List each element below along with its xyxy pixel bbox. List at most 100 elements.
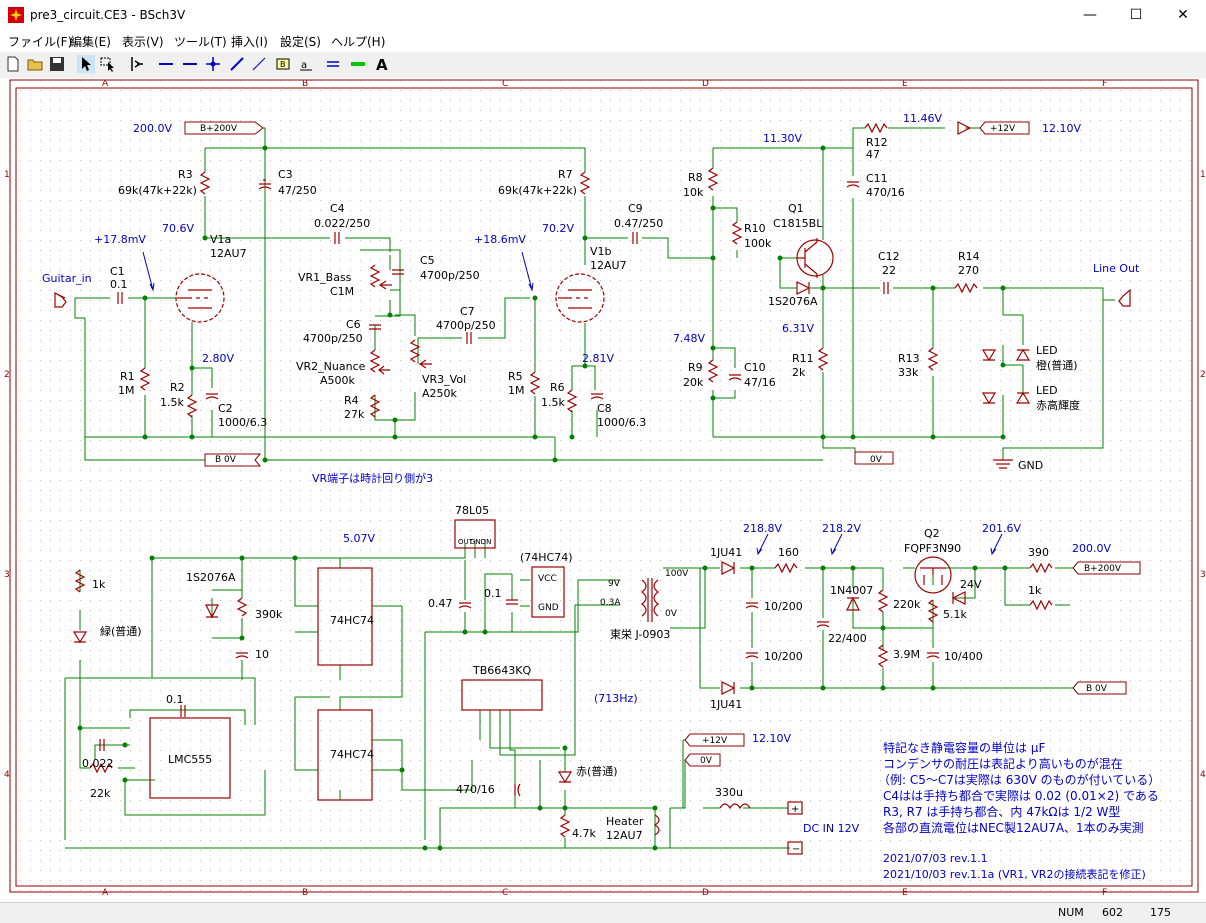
- label-q2: Q2: [924, 527, 940, 540]
- label-line-out: Line Out: [1093, 262, 1140, 275]
- label-c10400: 10/400: [944, 650, 983, 663]
- value-r13: 33k: [898, 366, 919, 379]
- tag-b200v-b: B+200V: [1084, 564, 1122, 574]
- voltage-1146v: 11.46V: [903, 112, 942, 125]
- value-led1: 橙(普通): [1036, 358, 1078, 372]
- junction-icon[interactable]: [204, 55, 222, 73]
- menu-insert[interactable]: 挿入(I): [231, 33, 268, 50]
- label-r1k-b: 1k: [1028, 584, 1042, 597]
- entry-icon[interactable]: [324, 55, 342, 73]
- tag-b0v: B 0V: [215, 455, 237, 465]
- label-03a: 0.3A: [600, 598, 621, 608]
- label-r9: R9: [688, 361, 703, 374]
- label-d1s2076a-b: 1S2076A: [186, 571, 236, 584]
- label-r10: R10: [744, 222, 766, 235]
- label-lmc555: LMC555: [168, 753, 212, 766]
- col-label: F: [1102, 79, 1107, 89]
- save-icon[interactable]: [48, 55, 66, 73]
- window-title: pre3_circuit.CE3 - BSch3V: [30, 8, 186, 22]
- value-r1: 1M: [118, 384, 135, 397]
- value-v1a: 12AU7: [210, 247, 247, 260]
- label-c10200-b: 10/200: [764, 650, 803, 663]
- label-100v: 100V: [665, 569, 689, 579]
- label-guitar-in: Guitar_in: [42, 272, 92, 285]
- component-icon[interactable]: [128, 55, 146, 73]
- revision-2: 2021/10/03 rev.1.1a (VR1, VR2の接続表記を修正): [883, 867, 1146, 881]
- label-c22400: 22/400: [828, 632, 867, 645]
- menu-settings[interactable]: 設定(S): [280, 33, 321, 50]
- menu-file[interactable]: ファイル(F): [8, 33, 72, 50]
- label-r11: R11: [792, 352, 814, 365]
- label-c5: C5: [420, 254, 435, 267]
- value-c4: 0.022/250: [314, 217, 370, 230]
- label-r1k: 1k: [92, 578, 106, 591]
- label-r14: R14: [958, 250, 980, 263]
- label-r47k: 4.7k: [572, 827, 596, 840]
- tag-b200v: B+200V: [200, 124, 238, 134]
- voltage-2188v: 218.8V: [743, 522, 782, 535]
- label-c01b: 0.1: [166, 693, 184, 706]
- label-q1: Q1: [788, 202, 804, 215]
- toolbar: B a A: [0, 52, 1206, 79]
- status-bar: NUM 602 175: [0, 902, 1206, 923]
- value-r9: 20k: [683, 376, 704, 389]
- new-file-icon[interactable]: [4, 55, 22, 73]
- label-v1b: V1b: [590, 245, 612, 258]
- bus-entry-icon[interactable]: [228, 55, 246, 73]
- value-q1: C1815BL: [773, 217, 823, 230]
- voltage-186mv: +18.6mV: [474, 233, 526, 246]
- schematic-canvas[interactable]: A B C D E F A B C D E F 1 2 3 4 1 2 3 4: [0, 78, 1206, 902]
- value-c8: 1000/6.3: [597, 416, 646, 429]
- menu-help[interactable]: ヘルプ(H): [331, 33, 385, 50]
- row-label: 3: [1200, 570, 1206, 580]
- minimize-button[interactable]: —: [1067, 0, 1113, 30]
- label-c022: 0.022: [82, 757, 114, 770]
- wire-icon[interactable]: [157, 55, 175, 73]
- tag-plus12v: +12V: [990, 124, 1016, 134]
- label-led-red: 赤(普通): [576, 764, 618, 778]
- maximize-button[interactable]: ☐: [1113, 0, 1159, 30]
- bus-line-icon[interactable]: [181, 55, 199, 73]
- value-c6: 4700p/250: [303, 332, 363, 345]
- label-dc-in: DC IN 12V: [803, 822, 860, 835]
- text-icon[interactable]: A: [373, 55, 391, 73]
- label-c10: 10: [255, 648, 269, 661]
- open-folder-icon[interactable]: [26, 55, 44, 73]
- row-label: 4: [4, 770, 10, 780]
- app-icon: [8, 7, 24, 23]
- voltage-2182v: 218.2V: [822, 522, 861, 535]
- menu-edit[interactable]: 編集(E): [70, 33, 111, 50]
- col-label: D: [702, 79, 709, 89]
- voltage-507v: 5.07V: [343, 532, 375, 545]
- label-icon[interactable]: a: [297, 55, 315, 73]
- value-c11: 470/16: [866, 186, 905, 199]
- label-74hc74-1: 74HC74: [330, 614, 374, 627]
- bus-icon[interactable]: [349, 55, 367, 73]
- value-r11: 2k: [792, 366, 806, 379]
- note-line-1: 特記なき静電容量の単位は μF: [883, 740, 1045, 755]
- tag-icon[interactable]: B: [274, 55, 292, 73]
- voltage-702v: 70.2V: [542, 222, 574, 235]
- label-c9: C9: [628, 202, 643, 215]
- status-num: NUM: [1058, 906, 1084, 919]
- value-v1b: 12AU7: [590, 259, 627, 272]
- value-c1: 0.1: [110, 278, 128, 291]
- voltage-2016v: 201.6V: [982, 522, 1021, 535]
- label-led-green: 緑(普通): [100, 624, 142, 638]
- value-c7: 4700p/250: [436, 319, 496, 332]
- menu-view[interactable]: 表示(V): [122, 33, 164, 50]
- label-c01: 0.1: [484, 587, 502, 600]
- label-heater: Heater: [606, 815, 644, 828]
- row-label: 2: [4, 370, 10, 380]
- line-icon[interactable]: [250, 55, 268, 73]
- label-led1: LED: [1036, 344, 1058, 357]
- value-c2: 1000/6.3: [218, 416, 267, 429]
- menu-tools[interactable]: ツール(T): [174, 33, 227, 50]
- label-r1: R1: [120, 370, 135, 383]
- close-button[interactable]: ✕: [1160, 0, 1206, 30]
- label-r13: R13: [898, 352, 920, 365]
- select-arrow-icon[interactable]: [77, 55, 95, 73]
- value-r3: 69k(47k+22k): [118, 184, 197, 197]
- drag-select-icon[interactable]: [99, 55, 117, 73]
- label-r220k: 220k: [893, 598, 921, 611]
